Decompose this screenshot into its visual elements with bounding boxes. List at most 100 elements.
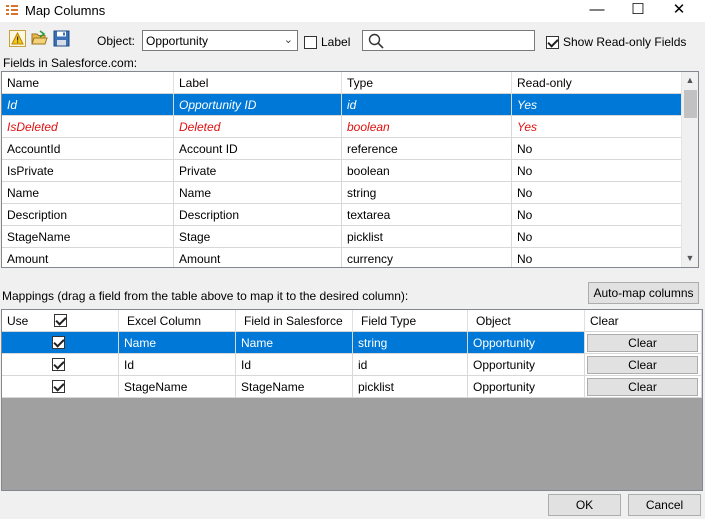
column-header-readonly[interactable]: Read-only bbox=[512, 72, 682, 94]
show-readonly-checkbox[interactable] bbox=[546, 36, 559, 49]
cell-readonly: No bbox=[512, 226, 682, 248]
mapping-row[interactable]: Id Id id Opportunity Clear bbox=[2, 354, 702, 376]
save-icon[interactable] bbox=[53, 30, 70, 47]
excel-column-cell[interactable]: Id bbox=[119, 354, 236, 376]
clear-button[interactable]: Clear bbox=[587, 356, 698, 374]
fields-table-header: Name Label Type Read-only bbox=[2, 72, 682, 94]
cell-type: currency bbox=[342, 248, 512, 267]
window-title: Map Columns bbox=[25, 3, 106, 18]
cell-readonly: No bbox=[512, 248, 682, 267]
close-icon[interactable]: ✕ bbox=[664, 0, 694, 22]
cell-label: Deleted bbox=[174, 116, 342, 138]
column-header-excel[interactable]: Excel Column bbox=[119, 310, 236, 332]
table-row[interactable]: AccountId Account ID reference No bbox=[2, 138, 682, 160]
column-header-object[interactable]: Object bbox=[468, 310, 585, 332]
clear-button[interactable]: Clear bbox=[587, 378, 698, 396]
mappings-table-header: Use Excel Column Field in Salesforce Fie… bbox=[2, 310, 702, 332]
use-checkbox[interactable] bbox=[52, 336, 65, 349]
cell-type: string bbox=[342, 182, 512, 204]
table-row[interactable]: IsDeleted Deleted boolean Yes bbox=[2, 116, 682, 138]
excel-column-cell[interactable]: Name bbox=[119, 332, 236, 354]
clear-cell: Clear bbox=[585, 332, 702, 354]
object-cell: Opportunity bbox=[468, 376, 585, 398]
use-cell bbox=[2, 354, 119, 376]
table-row[interactable]: Id Opportunity ID id Yes bbox=[2, 94, 682, 116]
cell-readonly: No bbox=[512, 160, 682, 182]
column-header-label[interactable]: Label bbox=[174, 72, 342, 94]
cell-readonly: Yes bbox=[512, 94, 682, 116]
use-all-checkbox[interactable] bbox=[54, 314, 67, 327]
object-select[interactable]: Opportunity ⌄ bbox=[142, 30, 298, 51]
cell-readonly: No bbox=[512, 138, 682, 160]
column-header-clear[interactable]: Clear bbox=[585, 310, 702, 332]
table-row[interactable]: Amount Amount currency No bbox=[2, 248, 682, 267]
mapping-row[interactable]: StageName StageName picklist Opportunity… bbox=[2, 376, 702, 398]
label-checkbox[interactable] bbox=[304, 36, 317, 49]
cell-name: StageName bbox=[2, 226, 174, 248]
field-type-cell: picklist bbox=[353, 376, 468, 398]
cell-label: Stage bbox=[174, 226, 342, 248]
cell-label: Account ID bbox=[174, 138, 342, 160]
clear-cell: Clear bbox=[585, 376, 702, 398]
object-cell: Opportunity bbox=[468, 354, 585, 376]
table-row[interactable]: Name Name string No bbox=[2, 182, 682, 204]
column-header-use[interactable]: Use bbox=[2, 310, 119, 332]
field-type-cell: string bbox=[353, 332, 468, 354]
cell-label: Private bbox=[174, 160, 342, 182]
search-icon bbox=[368, 33, 384, 49]
cell-type: boolean bbox=[342, 116, 512, 138]
auto-map-button[interactable]: Auto-map columns bbox=[588, 282, 699, 304]
cell-readonly: Yes bbox=[512, 116, 682, 138]
cell-name: Id bbox=[2, 94, 174, 116]
cell-readonly: No bbox=[512, 204, 682, 226]
cell-type: boolean bbox=[342, 160, 512, 182]
clear-button[interactable]: Clear bbox=[587, 334, 698, 352]
label-checkbox-text: Label bbox=[321, 35, 351, 49]
minimize-icon[interactable]: — bbox=[582, 0, 612, 22]
chevron-down-icon: ⌄ bbox=[283, 34, 293, 46]
ok-button[interactable]: OK bbox=[548, 494, 621, 516]
table-row[interactable]: Description Description textarea No bbox=[2, 204, 682, 226]
mappings-table[interactable]: Use Excel Column Field in Salesforce Fie… bbox=[1, 309, 703, 491]
use-cell bbox=[2, 376, 119, 398]
column-header-name[interactable]: Name bbox=[2, 72, 174, 94]
scroll-up-icon[interactable]: ▲ bbox=[682, 72, 698, 89]
field-type-cell: id bbox=[353, 354, 468, 376]
use-checkbox[interactable] bbox=[52, 380, 65, 393]
use-checkbox[interactable] bbox=[52, 358, 65, 371]
folder-open-icon[interactable] bbox=[31, 30, 48, 47]
use-cell bbox=[2, 332, 119, 354]
fields-section-label: Fields in Salesforce.com: bbox=[3, 56, 138, 70]
excel-column-cell[interactable]: StageName bbox=[119, 376, 236, 398]
object-label: Object: bbox=[97, 34, 136, 48]
cell-name: IsPrivate bbox=[2, 160, 174, 182]
cell-label: Opportunity ID bbox=[174, 94, 342, 116]
salesforce-field-cell[interactable]: Name bbox=[236, 332, 353, 354]
cell-type: id bbox=[342, 94, 512, 116]
cell-name: Amount bbox=[2, 248, 174, 267]
vertical-scrollbar[interactable]: ▲ ▼ bbox=[681, 72, 698, 267]
cell-name: Name bbox=[2, 182, 174, 204]
column-header-field-type[interactable]: Field Type bbox=[353, 310, 468, 332]
cell-type: textarea bbox=[342, 204, 512, 226]
column-header-field[interactable]: Field in Salesforce bbox=[236, 310, 353, 332]
table-row[interactable]: IsPrivate Private boolean No bbox=[2, 160, 682, 182]
mapping-row[interactable]: Name Name string Opportunity Clear bbox=[2, 332, 702, 354]
scroll-thumb[interactable] bbox=[684, 90, 697, 118]
cell-type: picklist bbox=[342, 226, 512, 248]
cell-label: Amount bbox=[174, 248, 342, 267]
use-header-text: Use bbox=[7, 314, 29, 328]
salesforce-field-cell[interactable]: Id bbox=[236, 354, 353, 376]
cancel-button[interactable]: Cancel bbox=[628, 494, 701, 516]
clear-cell: Clear bbox=[585, 354, 702, 376]
fields-table[interactable]: Name Label Type Read-only Id Opportunity… bbox=[1, 71, 699, 268]
scroll-down-icon[interactable]: ▼ bbox=[682, 250, 698, 267]
cell-type: reference bbox=[342, 138, 512, 160]
search-input[interactable] bbox=[362, 30, 535, 51]
title-bar: Map Columns — ☐ ✕ bbox=[0, 0, 705, 22]
maximize-icon[interactable]: ☐ bbox=[623, 0, 653, 22]
warning-icon[interactable] bbox=[9, 30, 26, 47]
table-row[interactable]: StageName Stage picklist No bbox=[2, 226, 682, 248]
salesforce-field-cell[interactable]: StageName bbox=[236, 376, 353, 398]
column-header-type[interactable]: Type bbox=[342, 72, 512, 94]
